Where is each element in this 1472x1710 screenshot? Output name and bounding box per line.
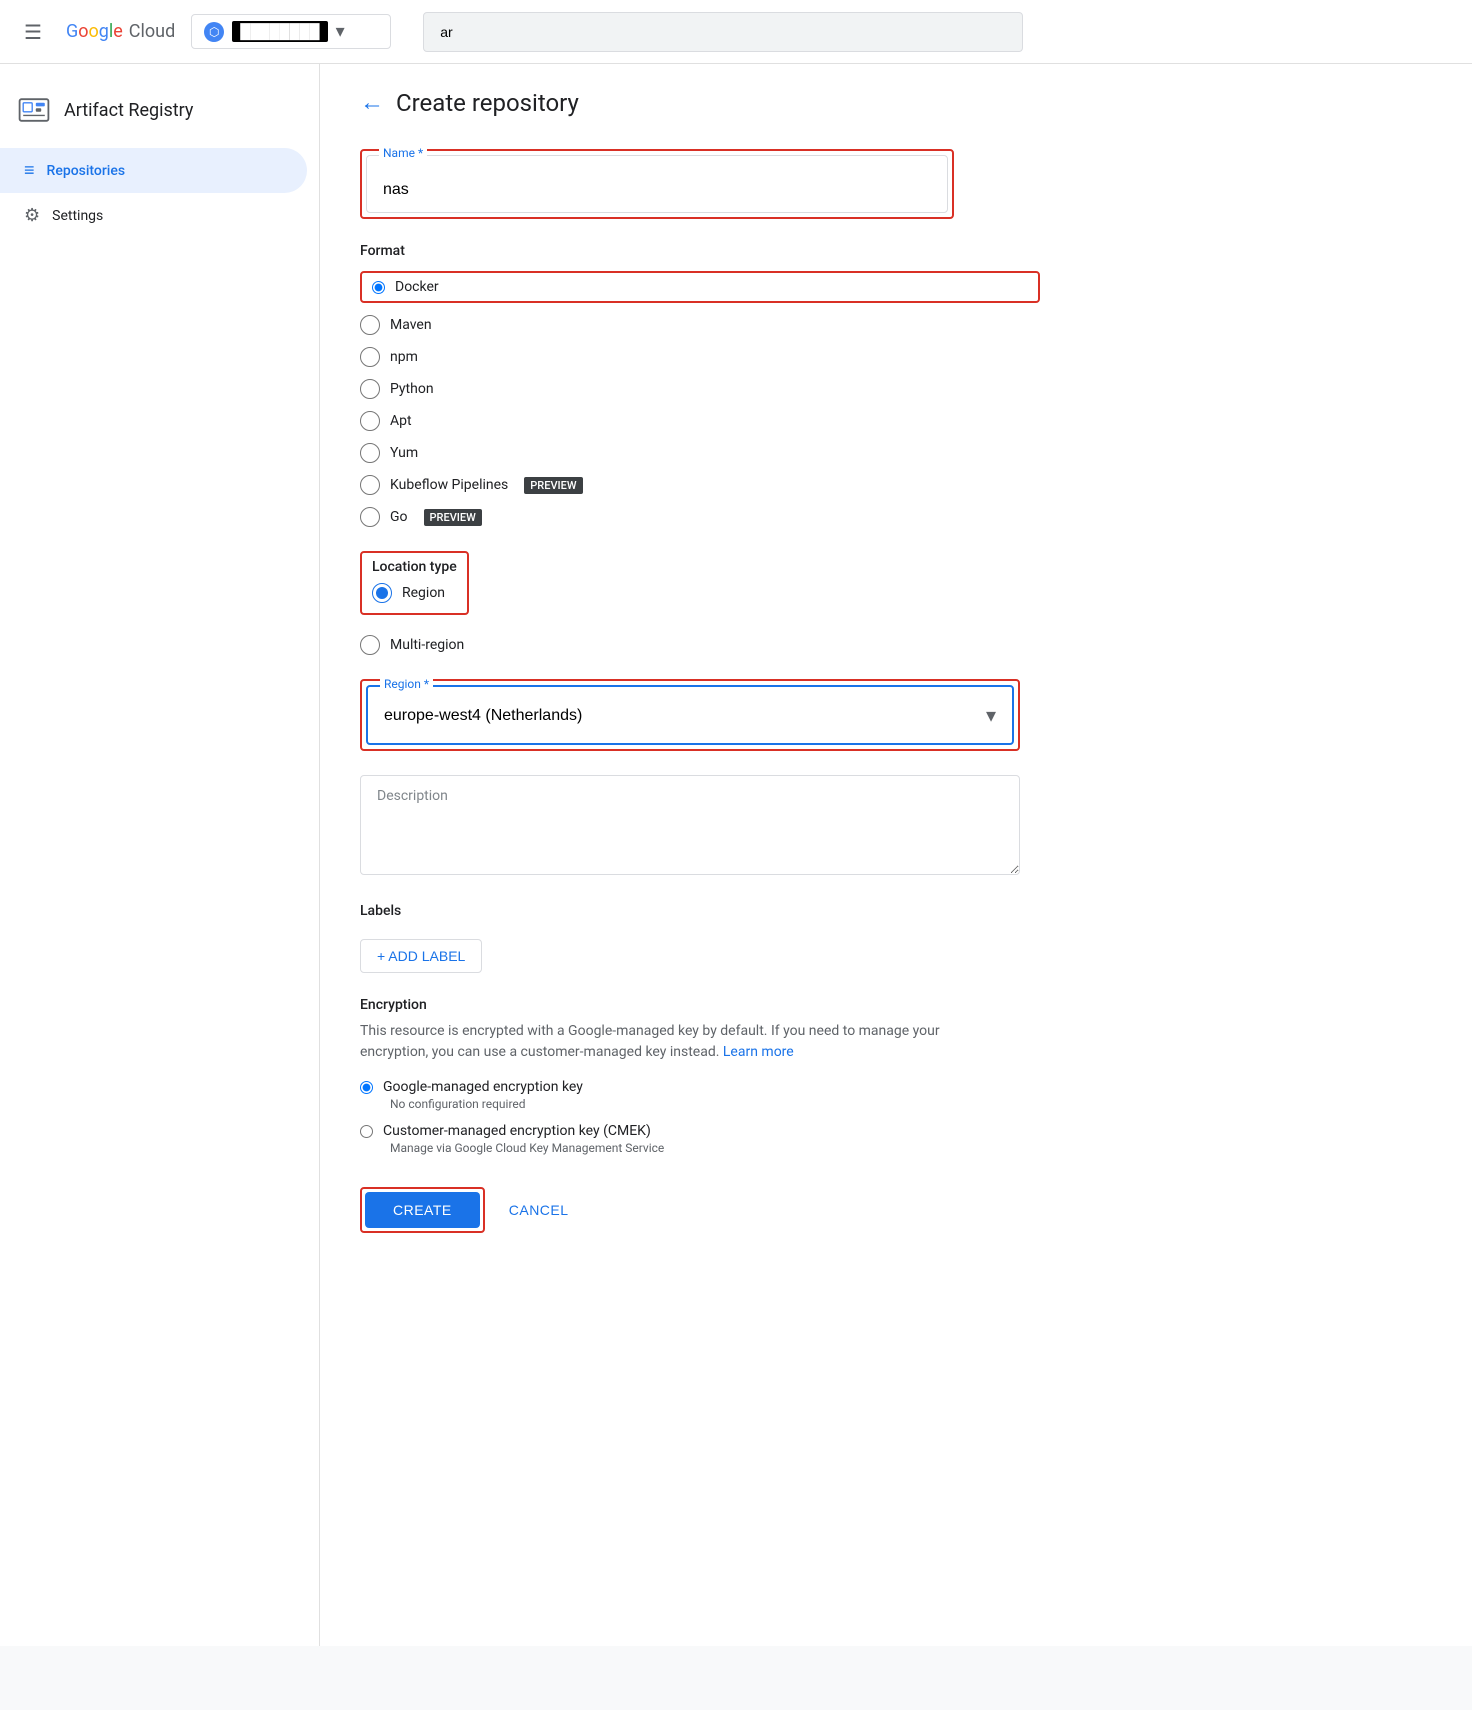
encryption-google-radio[interactable] <box>360 1081 373 1094</box>
search-bar <box>423 12 1023 52</box>
format-go-label[interactable]: Go <box>390 509 408 525</box>
format-kubeflow-item[interactable]: Kubeflow Pipelines PREVIEW <box>360 475 1040 495</box>
search-input[interactable] <box>423 12 1023 52</box>
kubeflow-preview-badge: PREVIEW <box>524 477 582 494</box>
create-button[interactable]: CREATE <box>365 1192 480 1228</box>
format-section: Format Docker Maven npm <box>360 243 1040 527</box>
encryption-google-managed-item: Google-managed encryption key No configu… <box>360 1079 1040 1111</box>
format-maven-item[interactable]: Maven <box>360 315 1040 335</box>
encryption-cmek-label[interactable]: Customer-managed encryption key (CMEK) <box>383 1123 651 1139</box>
name-field-container: Name * <box>366 155 948 213</box>
sidebar-nav: ≡ Repositories ⚙ Settings <box>0 148 319 238</box>
location-type-highlighted: Location type Region <box>360 551 469 615</box>
labels-section: Labels + ADD LABEL <box>360 903 1040 973</box>
labels-title: Labels <box>360 903 1040 919</box>
format-maven-label[interactable]: Maven <box>390 317 432 333</box>
google-cloud-logo: Google Cloud <box>66 21 175 42</box>
format-go-radio[interactable] <box>360 507 380 527</box>
format-apt-label[interactable]: Apt <box>390 413 412 429</box>
location-region-radio[interactable] <box>372 583 392 603</box>
page-header: ← Create repository <box>360 88 1432 117</box>
location-type-title: Location type <box>372 559 457 575</box>
cloud-label: Cloud <box>129 21 175 42</box>
settings-icon: ⚙ <box>24 205 40 226</box>
repositories-icon: ≡ <box>24 160 35 181</box>
sidebar-item-repositories-label: Repositories <box>47 163 126 179</box>
format-yum-radio[interactable] <box>360 443 380 463</box>
project-selector[interactable]: ████████ ▾ <box>191 14 391 49</box>
project-dropdown-arrow: ▾ <box>336 21 345 42</box>
format-docker-wrapper: Docker <box>360 271 1040 303</box>
format-label: Format <box>360 243 1040 259</box>
sidebar-header: Artifact Registry <box>0 80 319 148</box>
format-yum-label[interactable]: Yum <box>390 445 418 461</box>
sidebar: Artifact Registry ≡ Repositories ⚙ Setti… <box>0 64 320 1646</box>
encryption-title: Encryption <box>360 997 1040 1013</box>
format-apt-item[interactable]: Apt <box>360 411 1040 431</box>
location-multiregion-item[interactable]: Multi-region <box>360 635 1040 655</box>
name-field-label: Name * <box>379 146 427 160</box>
format-python-label[interactable]: Python <box>390 381 434 397</box>
page-layout: Artifact Registry ≡ Repositories ⚙ Setti… <box>0 64 1472 1646</box>
sidebar-item-settings-label: Settings <box>52 208 103 224</box>
sidebar-item-repositories[interactable]: ≡ Repositories <box>0 148 307 193</box>
artifact-registry-icon <box>16 92 52 128</box>
encryption-cmek-item: Customer-managed encryption key (CMEK) M… <box>360 1123 1040 1155</box>
encryption-cmek-sublabel: Manage via Google Cloud Key Management S… <box>390 1141 1040 1155</box>
topbar: ☰ Google Cloud ████████ ▾ <box>0 0 1472 64</box>
format-python-item[interactable]: Python <box>360 379 1040 399</box>
name-field-highlighted: Name * <box>360 149 954 219</box>
format-radio-group: Docker Maven npm Python <box>360 271 1040 527</box>
encryption-description: This resource is encrypted with a Google… <box>360 1021 1000 1063</box>
location-type-section: Location type Region Multi-region <box>360 551 1040 655</box>
format-yum-item[interactable]: Yum <box>360 443 1040 463</box>
encryption-section: Encryption This resource is encrypted wi… <box>360 997 1040 1155</box>
sidebar-item-settings[interactable]: ⚙ Settings <box>0 193 307 238</box>
encryption-google-sublabel: No configuration required <box>390 1097 1040 1111</box>
add-label-button[interactable]: + ADD LABEL <box>360 939 482 973</box>
create-btn-highlighted: CREATE <box>360 1187 485 1233</box>
sidebar-title: Artifact Registry <box>64 100 193 121</box>
location-region-item[interactable]: Region <box>372 583 457 603</box>
format-npm-radio[interactable] <box>360 347 380 367</box>
encryption-cmek-row[interactable]: Customer-managed encryption key (CMEK) <box>360 1123 1040 1139</box>
project-icon <box>204 22 224 42</box>
description-field[interactable] <box>360 775 1020 875</box>
format-kubeflow-label[interactable]: Kubeflow Pipelines <box>390 477 508 493</box>
format-kubeflow-radio[interactable] <box>360 475 380 495</box>
format-go-item[interactable]: Go PREVIEW <box>360 507 1040 527</box>
page-title: Create repository <box>396 89 579 117</box>
action-buttons: CREATE CANCEL <box>360 1187 1040 1233</box>
encryption-learn-more-link[interactable]: Learn more <box>723 1044 794 1060</box>
location-multiregion-radio[interactable] <box>360 635 380 655</box>
location-region-label[interactable]: Region <box>402 585 445 601</box>
format-python-radio[interactable] <box>360 379 380 399</box>
create-repository-form: Name * Format Docker Maven <box>360 149 1040 1233</box>
region-field-label: Region * <box>380 677 433 691</box>
cancel-button[interactable]: CANCEL <box>509 1192 569 1228</box>
format-npm-label[interactable]: npm <box>390 349 418 365</box>
go-preview-badge: PREVIEW <box>424 509 482 526</box>
encryption-google-managed-row[interactable]: Google-managed encryption key <box>360 1079 1040 1095</box>
format-docker-label[interactable]: Docker <box>395 279 439 295</box>
format-docker-radio[interactable] <box>372 281 385 294</box>
format-maven-radio[interactable] <box>360 315 380 335</box>
back-button[interactable]: ← <box>360 88 384 117</box>
format-npm-item[interactable]: npm <box>360 347 1040 367</box>
hamburger-menu[interactable]: ☰ <box>16 12 50 52</box>
encryption-google-label[interactable]: Google-managed encryption key <box>383 1079 583 1095</box>
main-content: ← Create repository Name * Format Doc <box>320 64 1472 1646</box>
region-field-container: Region * europe-west4 (Netherlands) us-c… <box>366 685 1014 745</box>
encryption-cmek-radio[interactable] <box>360 1125 373 1138</box>
region-dropdown-highlighted: Region * europe-west4 (Netherlands) us-c… <box>360 679 1020 751</box>
format-apt-radio[interactable] <box>360 411 380 431</box>
name-input[interactable] <box>367 156 947 212</box>
region-select[interactable]: europe-west4 (Netherlands) us-central1 (… <box>368 687 1012 743</box>
project-name: ████████ <box>232 21 327 42</box>
location-multiregion-label[interactable]: Multi-region <box>390 637 464 653</box>
